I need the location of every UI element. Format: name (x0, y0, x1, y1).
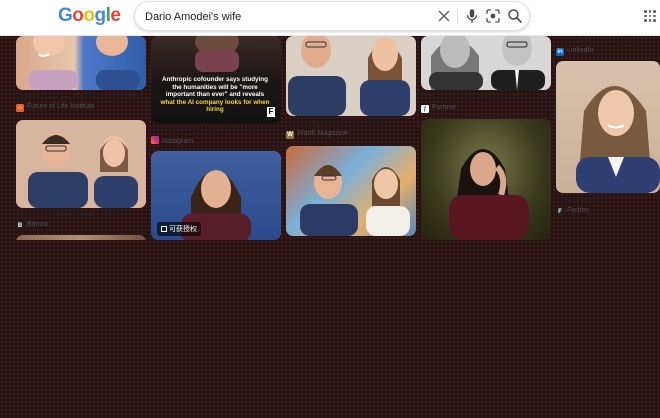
result-source[interactable]: Instagram (151, 136, 281, 145)
google-lens-icon[interactable] (484, 7, 502, 25)
result-caption[interactable]: Daniela and Dario Amodei | Fortune (421, 94, 551, 101)
google-logo[interactable]: Google (58, 5, 121, 27)
result-source[interactable]: F Forbes (556, 207, 660, 216)
dimmed-overlay-right (556, 223, 660, 240)
result-source[interactable]: B Brimco (16, 221, 146, 230)
license-badge[interactable]: 可获授权 (157, 222, 201, 236)
future-of-life-institute-icon: ⌂ (16, 104, 24, 112)
brimco-icon: B (16, 222, 24, 230)
result-caption[interactable]: Daniela Amodei (556, 196, 660, 203)
search-input[interactable] (145, 8, 425, 26)
result-caption[interactable]: Dario & Daniela Amodei | Worth (286, 120, 416, 127)
logo-letter: o (83, 5, 95, 26)
dimmed-overlay (0, 240, 660, 418)
result-source[interactable]: in LinkedIn (556, 47, 660, 56)
image-thumbnail[interactable]: Anthropic cofounder says studying the hu… (151, 36, 281, 123)
image-result[interactable]: Dario & Daniela Amodei | Worth W Worth Ma… (286, 36, 416, 142)
logo-letter: g (94, 5, 107, 26)
image-overlay-text: Anthropic cofounder says studying the hu… (160, 76, 270, 114)
close-icon[interactable] (435, 7, 453, 25)
apps-grid-icon[interactable] (644, 10, 656, 22)
image-thumbnail[interactable] (421, 119, 551, 240)
image-result[interactable]: 7: Daniela and Dario Amodei - royal... i… (556, 36, 660, 60)
forbes-icon: F (556, 208, 564, 216)
linkedin-icon: in (556, 48, 564, 56)
result-caption[interactable]: Daniela and Dario Amodei | Brimco (16, 211, 146, 218)
result-source[interactable]: ⌂ Future of Life Institute (16, 103, 146, 112)
image-thumbnail[interactable] (16, 120, 146, 208)
image-thumbnail[interactable]: 可获授权 (151, 151, 281, 240)
image-result[interactable] (421, 119, 551, 240)
image-result[interactable]: Daniela and Dario Amodei | Brimco B Brimc… (16, 120, 146, 232)
image-results-grid: Daniela and Dario Amodei on Anthropic ..… (0, 36, 660, 240)
result-caption[interactable]: Daniela and Dario Amodei on Anthropic ..… (16, 93, 146, 100)
image-result[interactable]: Anthropic cofounder says studying the hu… (151, 36, 281, 148)
logo-letter: o (72, 5, 84, 26)
image-thumbnail[interactable] (16, 36, 146, 90)
instagram-icon (151, 136, 159, 144)
image-result[interactable]: 可获授权 (151, 151, 281, 240)
logo-letter: e (110, 5, 121, 26)
fortune-logo: F (267, 107, 275, 117)
worth-magazine-icon: W (286, 131, 294, 139)
result-source[interactable]: ƒ Fortune (421, 104, 551, 113)
image-result[interactable]: Daniela and Dario Amodei on Anthropic ..… (16, 36, 146, 116)
result-caption[interactable]: 7: Daniela and Dario Amodei - royal... (556, 37, 660, 44)
search-box[interactable] (134, 1, 530, 31)
image-result[interactable] (286, 146, 416, 236)
microphone-icon[interactable] (463, 7, 481, 25)
image-thumbnail[interactable] (556, 61, 660, 193)
image-thumbnail[interactable] (421, 36, 551, 90)
image-thumbnail[interactable] (286, 146, 416, 236)
result-source[interactable]: W Worth Magazine (286, 130, 416, 139)
image-thumbnail[interactable] (286, 36, 416, 116)
logo-letter: G (58, 5, 73, 26)
image-result[interactable]: Daniela and Dario Amodei | Fortune ƒ Fort… (421, 36, 551, 114)
result-caption[interactable]: Daniela Amodei, who cofounded Anthrop... (151, 126, 281, 133)
fortune-icon: ƒ (421, 105, 429, 113)
top-bar: Google (0, 0, 660, 36)
search-box-divider (457, 9, 458, 24)
image-result[interactable]: Daniela Amodei F Forbes (556, 61, 660, 240)
search-icon[interactable] (506, 7, 524, 25)
